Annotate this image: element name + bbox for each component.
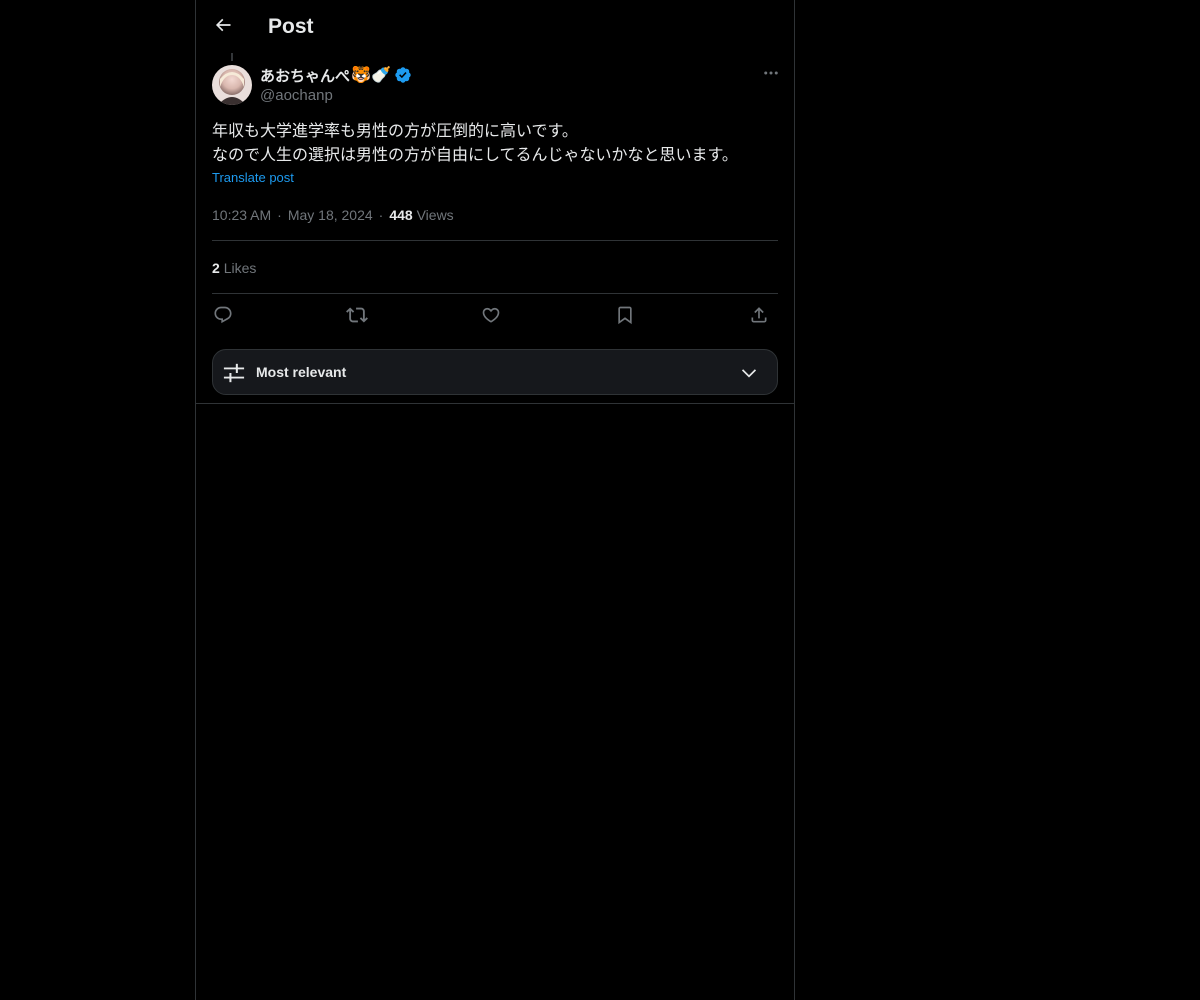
post-text-line: なので人生の選択は男性の方が自由にしてるんじゃないかなと思います。 (212, 145, 738, 164)
back-button[interactable] (208, 12, 238, 42)
post-text-line: 年収も大学進学率も男性の方が圧倒的に高いです。 (212, 121, 578, 140)
avatar[interactable] (212, 65, 252, 105)
share-button[interactable] (746, 304, 772, 330)
bookmark-icon (615, 305, 635, 330)
header-bar: Post (196, 0, 794, 53)
divider (212, 240, 778, 241)
meta-separator: · (378, 207, 384, 223)
author-name-emojis: 🐯🍼 (351, 67, 391, 84)
main-column: Post あおちゃんぺ 🐯🍼 @aochanp 年収も大学進学率も男性の方が圧倒… (195, 0, 795, 1000)
reply-button[interactable] (210, 304, 236, 330)
author-handle[interactable]: @aochanp (260, 86, 412, 106)
likes-link[interactable]: 2 Likes (212, 258, 256, 278)
meta-separator: · (277, 207, 282, 223)
chevron-down-icon (739, 363, 759, 383)
action-bar (212, 304, 782, 330)
page-title: Post (268, 15, 314, 38)
translate-post-link[interactable]: Translate post (212, 170, 294, 185)
sort-label: Most relevant (256, 364, 347, 380)
reply-icon (213, 305, 233, 330)
repost-icon (346, 304, 368, 331)
arrow-left-icon (213, 15, 233, 40)
section-divider (196, 403, 794, 404)
divider (212, 293, 778, 294)
sliders-icon (223, 362, 245, 384)
post-metadata: 10:23 AM · May 18, 2024 · 448 Views (212, 205, 454, 225)
like-button[interactable] (478, 304, 504, 330)
post-time[interactable]: 10:23 AM (212, 207, 271, 223)
verified-badge-icon (394, 66, 412, 84)
views-count: 448 (389, 207, 413, 223)
author-display-name[interactable]: あおちゃんぺ (260, 65, 350, 86)
heart-icon (481, 305, 501, 330)
likes-count: 2 (212, 260, 220, 276)
author-info: あおちゃんぺ 🐯🍼 @aochanp (260, 64, 412, 106)
views-label: Views (416, 207, 454, 223)
more-options-button[interactable] (760, 64, 782, 86)
post-date[interactable]: May 18, 2024 (288, 207, 373, 223)
bookmark-button[interactable] (612, 304, 638, 330)
repost-button[interactable] (344, 304, 370, 330)
post-text: 年収も大学進学率も男性の方が圧倒的に高いです。 なので人生の選択は男性の方が自由… (212, 119, 782, 167)
share-icon (749, 305, 769, 330)
author-name-row: あおちゃんぺ 🐯🍼 (260, 64, 412, 86)
thread-connector (231, 53, 233, 61)
more-icon (762, 64, 780, 87)
sort-replies-dropdown[interactable]: Most relevant (212, 349, 778, 395)
likes-label: Likes (223, 260, 257, 276)
